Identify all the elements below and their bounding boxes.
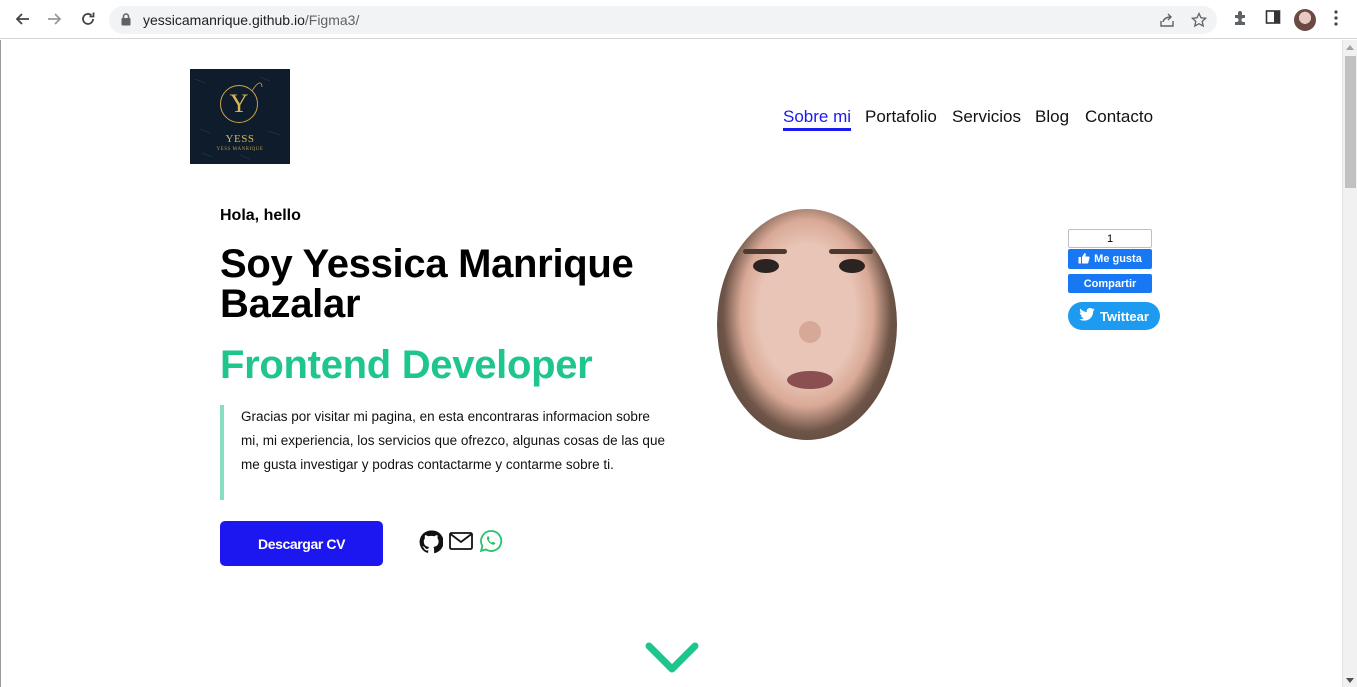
logo-tagline: YESS MANRIQUE <box>216 147 264 152</box>
photo-eye-right <box>839 259 865 273</box>
chevron-down-icon[interactable] <box>645 640 699 683</box>
nav-blog[interactable]: Blog <box>1035 107 1069 127</box>
photo-nose <box>799 321 821 343</box>
nav-servicios[interactable]: Servicios <box>952 107 1021 127</box>
url-text[interactable]: yessicamanrique.github.io/Figma3/ <box>143 12 359 28</box>
extensions-icon[interactable] <box>1232 9 1250 32</box>
like-count: 1 <box>1068 229 1152 248</box>
photo-eye-left <box>753 259 779 273</box>
url-host: yessicamanrique.github.io <box>143 12 305 28</box>
nav-portafolio[interactable]: Portafolio <box>865 107 937 127</box>
reload-icon[interactable] <box>77 8 99 30</box>
address-bar[interactable]: yessicamanrique.github.io/Figma3/ <box>109 6 1217 34</box>
side-panel-icon[interactable] <box>1265 9 1281 30</box>
tweet-label: Twittear <box>1100 308 1149 324</box>
profile-avatar[interactable] <box>1294 9 1316 31</box>
download-cv-button[interactable]: Descargar CV <box>220 521 383 566</box>
whatsapp-icon[interactable] <box>479 529 503 558</box>
scroll-up-arrow-icon[interactable] <box>1346 45 1354 50</box>
browser-toolbar: yessicamanrique.github.io/Figma3/ <box>0 0 1357 39</box>
profile-photo <box>717 209 897 440</box>
lock-icon <box>121 13 131 31</box>
logo-letter: Y <box>229 89 249 118</box>
logo-name: YESS <box>225 133 255 145</box>
page-scrollbar[interactable] <box>1342 40 1357 687</box>
nav-contacto[interactable]: Contacto <box>1085 107 1153 127</box>
back-arrow-icon[interactable] <box>11 8 33 30</box>
photo-brow-left <box>743 249 787 254</box>
forward-arrow-icon[interactable] <box>44 8 66 30</box>
facebook-like-button[interactable]: Me gusta <box>1068 249 1152 269</box>
mail-icon[interactable] <box>449 532 473 555</box>
nav-sobre-mi[interactable]: Sobre mi <box>783 107 852 131</box>
window-edge <box>0 40 1 687</box>
intro-text: Gracias por visitar mi pagina, en esta e… <box>220 405 670 500</box>
menu-dots-icon[interactable] <box>1333 9 1339 32</box>
name-heading: Soy Yessica Manrique Bazalar <box>220 242 634 326</box>
share-icon[interactable] <box>1159 12 1175 33</box>
thumbs-up-icon <box>1078 252 1090 267</box>
scroll-down-arrow-icon[interactable] <box>1346 678 1354 683</box>
greeting: Hola, hello <box>220 207 301 224</box>
scroll-thumb[interactable] <box>1345 56 1356 188</box>
like-label: Me gusta <box>1094 253 1142 265</box>
tweet-button[interactable]: Twittear <box>1068 302 1160 330</box>
star-icon[interactable] <box>1190 11 1208 33</box>
photo-brow-right <box>829 249 873 254</box>
url-path: /Figma3/ <box>304 12 360 28</box>
photo-mouth <box>787 371 833 389</box>
twitter-bird-icon <box>1079 307 1095 324</box>
facebook-share-button[interactable]: Compartir <box>1068 274 1152 293</box>
github-icon[interactable] <box>419 529 444 560</box>
site-logo[interactable]: Y YESS YESS MANRIQUE <box>190 69 290 164</box>
role-title: Frontend Developer <box>220 343 593 387</box>
